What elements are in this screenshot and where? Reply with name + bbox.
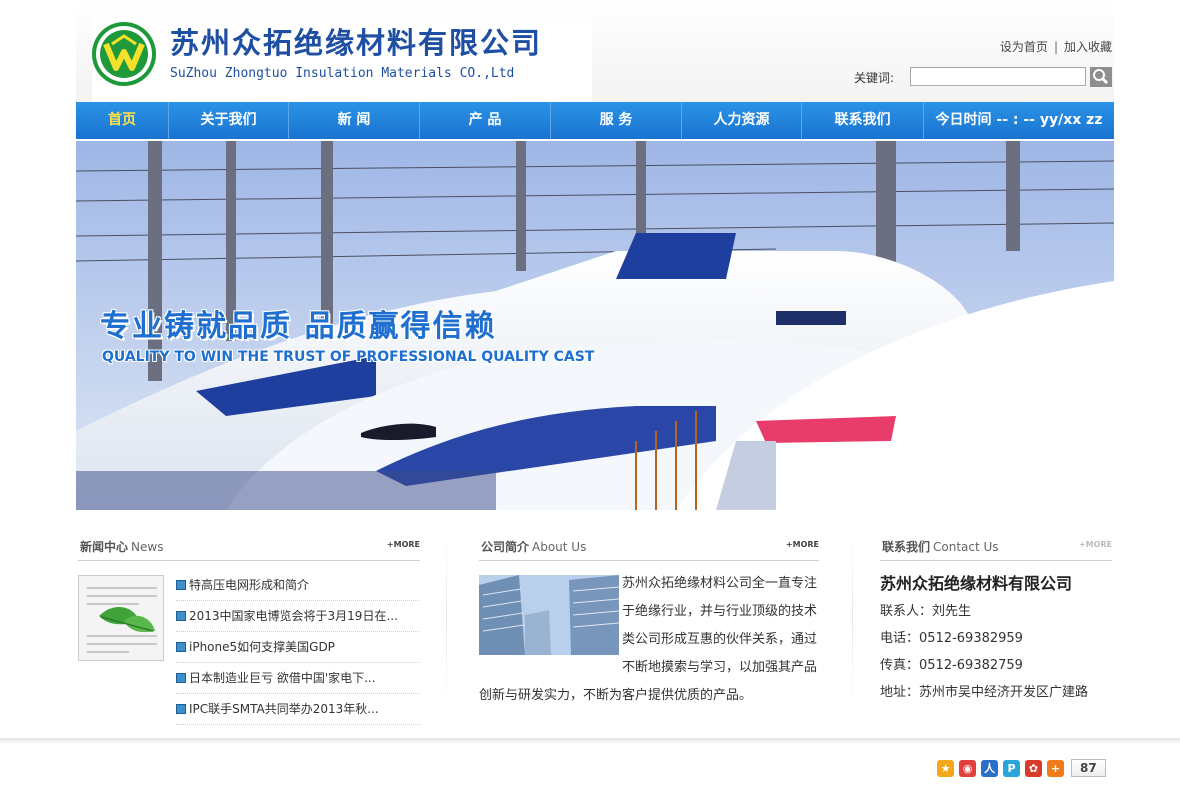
qzone-share-icon[interactable]: ★ xyxy=(937,759,954,777)
news-thumbnail[interactable] xyxy=(78,575,164,661)
set-home-link[interactable]: 设为首页 xyxy=(1000,40,1048,54)
renren-share-icon[interactable]: 人 xyxy=(981,759,998,777)
more-share-icon[interactable]: + xyxy=(1047,759,1064,777)
tqq-share-icon[interactable]: P xyxy=(1003,759,1020,777)
add-favorite-link[interactable]: 加入收藏 xyxy=(1064,40,1112,54)
about-title-cn: 公司简介 xyxy=(481,540,530,554)
hero-banner: 专业铸就品质 品质赢得信赖 QUALITY TO WIN THE TRUST O… xyxy=(76,141,1114,510)
news-item[interactable]: 2013中国家电博览会将于3月19日在... xyxy=(176,601,420,632)
news-item-title: IPC联手SMTA共同举办2013年秋... xyxy=(189,701,379,716)
news-title: 新闻中心 News xyxy=(80,538,163,555)
about-section: 公司简介 About Us +MORE 苏州众拓绝缘材料公司全一直专注于绝缘行业，… xyxy=(479,528,819,703)
image-spacer xyxy=(479,570,622,656)
nav-item-news[interactable]: 新 闻 xyxy=(289,102,420,139)
company-name-cn: 苏州众拓绝缘材料有限公司 xyxy=(170,26,543,60)
share-bar: ★ ◉ 人 P ✿ + 87 xyxy=(937,758,1106,778)
contact-fax: 传真：0512-69382759 xyxy=(880,658,1023,673)
contact-phone: 电话：0512-69382959 xyxy=(880,631,1023,646)
about-more-link[interactable]: +MORE xyxy=(786,540,819,549)
news-more-link[interactable]: +MORE xyxy=(387,540,420,549)
contact-title-en: Contact Us xyxy=(933,540,999,554)
arrow-bullet-icon xyxy=(176,642,186,652)
nav-item-contact[interactable]: 联系我们 xyxy=(802,102,924,139)
search-button[interactable] xyxy=(1090,67,1112,87)
page: 苏州众拓绝缘材料有限公司 SuZhou Zhongtuo Insulation … xyxy=(0,0,1180,798)
news-section: 新闻中心 News +MORE 特高压电网形成和简介 2013中国家电博览会将于3… xyxy=(78,528,420,725)
share-count[interactable]: 87 xyxy=(1071,759,1106,777)
logo[interactable]: 苏州众拓绝缘材料有限公司 SuZhou Zhongtuo Insulation … xyxy=(92,18,592,102)
news-item[interactable]: 日本制造业巨亏 欲借中国'家电下... xyxy=(176,663,420,694)
news-item-title: iPhone5如何支撑美国GDP xyxy=(189,639,335,654)
contact-more-link[interactable]: +MORE xyxy=(1079,540,1112,549)
weibo-share-icon[interactable]: ◉ xyxy=(959,759,976,777)
contact-header: 联系我们 Contact Us +MORE xyxy=(880,528,1112,561)
main-nav: 首页 关于我们 新 闻 产 品 服 务 人力资源 联系我们 今日时间 -- : … xyxy=(76,102,1114,139)
about-text-block: 苏州众拓绝缘材料公司全一直专注于绝缘行业，并与行业顶级的技术类公司形成互惠的伙伴… xyxy=(479,570,821,710)
company-logo-icon xyxy=(92,22,156,86)
magnifier-icon xyxy=(1093,69,1109,85)
search-label: 关键词: xyxy=(854,71,895,85)
news-item-title: 特高压电网形成和简介 xyxy=(189,577,310,592)
contact-title: 联系我们 Contact Us xyxy=(882,538,999,555)
company-name-en: SuZhou Zhongtuo Insulation Materials CO.… xyxy=(170,66,515,81)
news-item-title: 2013中国家电博览会将于3月19日在... xyxy=(189,608,398,623)
nav-clock: 今日时间 -- : -- yy/xx zz xyxy=(935,112,1103,128)
news-item[interactable]: IPC联手SMTA共同举办2013年秋... xyxy=(176,694,420,725)
arrow-bullet-icon xyxy=(176,673,186,683)
column-divider xyxy=(446,528,447,708)
arrow-bullet-icon xyxy=(176,611,186,621)
about-title-en: About Us xyxy=(532,540,587,554)
news-title-cn: 新闻中心 xyxy=(80,540,129,554)
nav-item-services[interactable]: 服 务 xyxy=(551,102,682,139)
footer-divider xyxy=(0,738,1180,744)
news-item-title: 日本制造业巨亏 欲借中国'家电下... xyxy=(189,670,376,685)
nav-item-about[interactable]: 关于我们 xyxy=(169,102,289,139)
news-title-en: News xyxy=(131,540,164,554)
arrow-bullet-icon xyxy=(176,704,186,714)
contact-title-cn: 联系我们 xyxy=(882,540,931,554)
about-header: 公司简介 About Us +MORE xyxy=(479,528,819,561)
banner-slogan-cn: 专业铸就品质 品质赢得信赖 xyxy=(100,309,497,344)
column-divider xyxy=(852,528,853,708)
news-item[interactable]: 特高压电网形成和简介 xyxy=(176,570,420,601)
nav-item-home[interactable]: 首页 xyxy=(76,102,169,139)
nav-item-hr[interactable]: 人力资源 xyxy=(682,102,802,139)
news-list: 特高压电网形成和简介 2013中国家电博览会将于3月19日在... iPhone… xyxy=(176,570,420,725)
contact-section: 联系我们 Contact Us +MORE 苏州众拓绝缘材料有限公司 联系人：刘先… xyxy=(880,528,1112,700)
contact-info: 苏州众拓绝缘材料有限公司 联系人：刘先生 电话：0512-69382959 传真… xyxy=(880,570,1088,706)
contact-person: 联系人：刘先生 xyxy=(880,604,972,619)
contact-address: 地址：苏州市吴中经济开发区广建路 xyxy=(880,685,1089,700)
search-input[interactable] xyxy=(910,67,1086,86)
top-links: 设为首页 | 加入收藏 xyxy=(1000,38,1112,55)
nav-item-products[interactable]: 产 品 xyxy=(420,102,551,139)
news-header: 新闻中心 News +MORE xyxy=(78,528,420,561)
site-header: 苏州众拓绝缘材料有限公司 SuZhou Zhongtuo Insulation … xyxy=(76,0,1114,102)
tieba-share-icon[interactable]: ✿ xyxy=(1025,759,1042,777)
arrow-bullet-icon xyxy=(176,580,186,590)
top-links-separator: | xyxy=(1053,40,1058,54)
about-title: 公司简介 About Us xyxy=(481,538,586,555)
news-item[interactable]: iPhone5如何支撑美国GDP xyxy=(176,632,420,663)
contact-company: 苏州众拓绝缘材料有限公司 xyxy=(880,574,1073,593)
banner-slogan-en: QUALITY TO WIN THE TRUST OF PROFESSIONAL… xyxy=(102,349,595,365)
leaf-newspaper-image xyxy=(79,576,163,660)
